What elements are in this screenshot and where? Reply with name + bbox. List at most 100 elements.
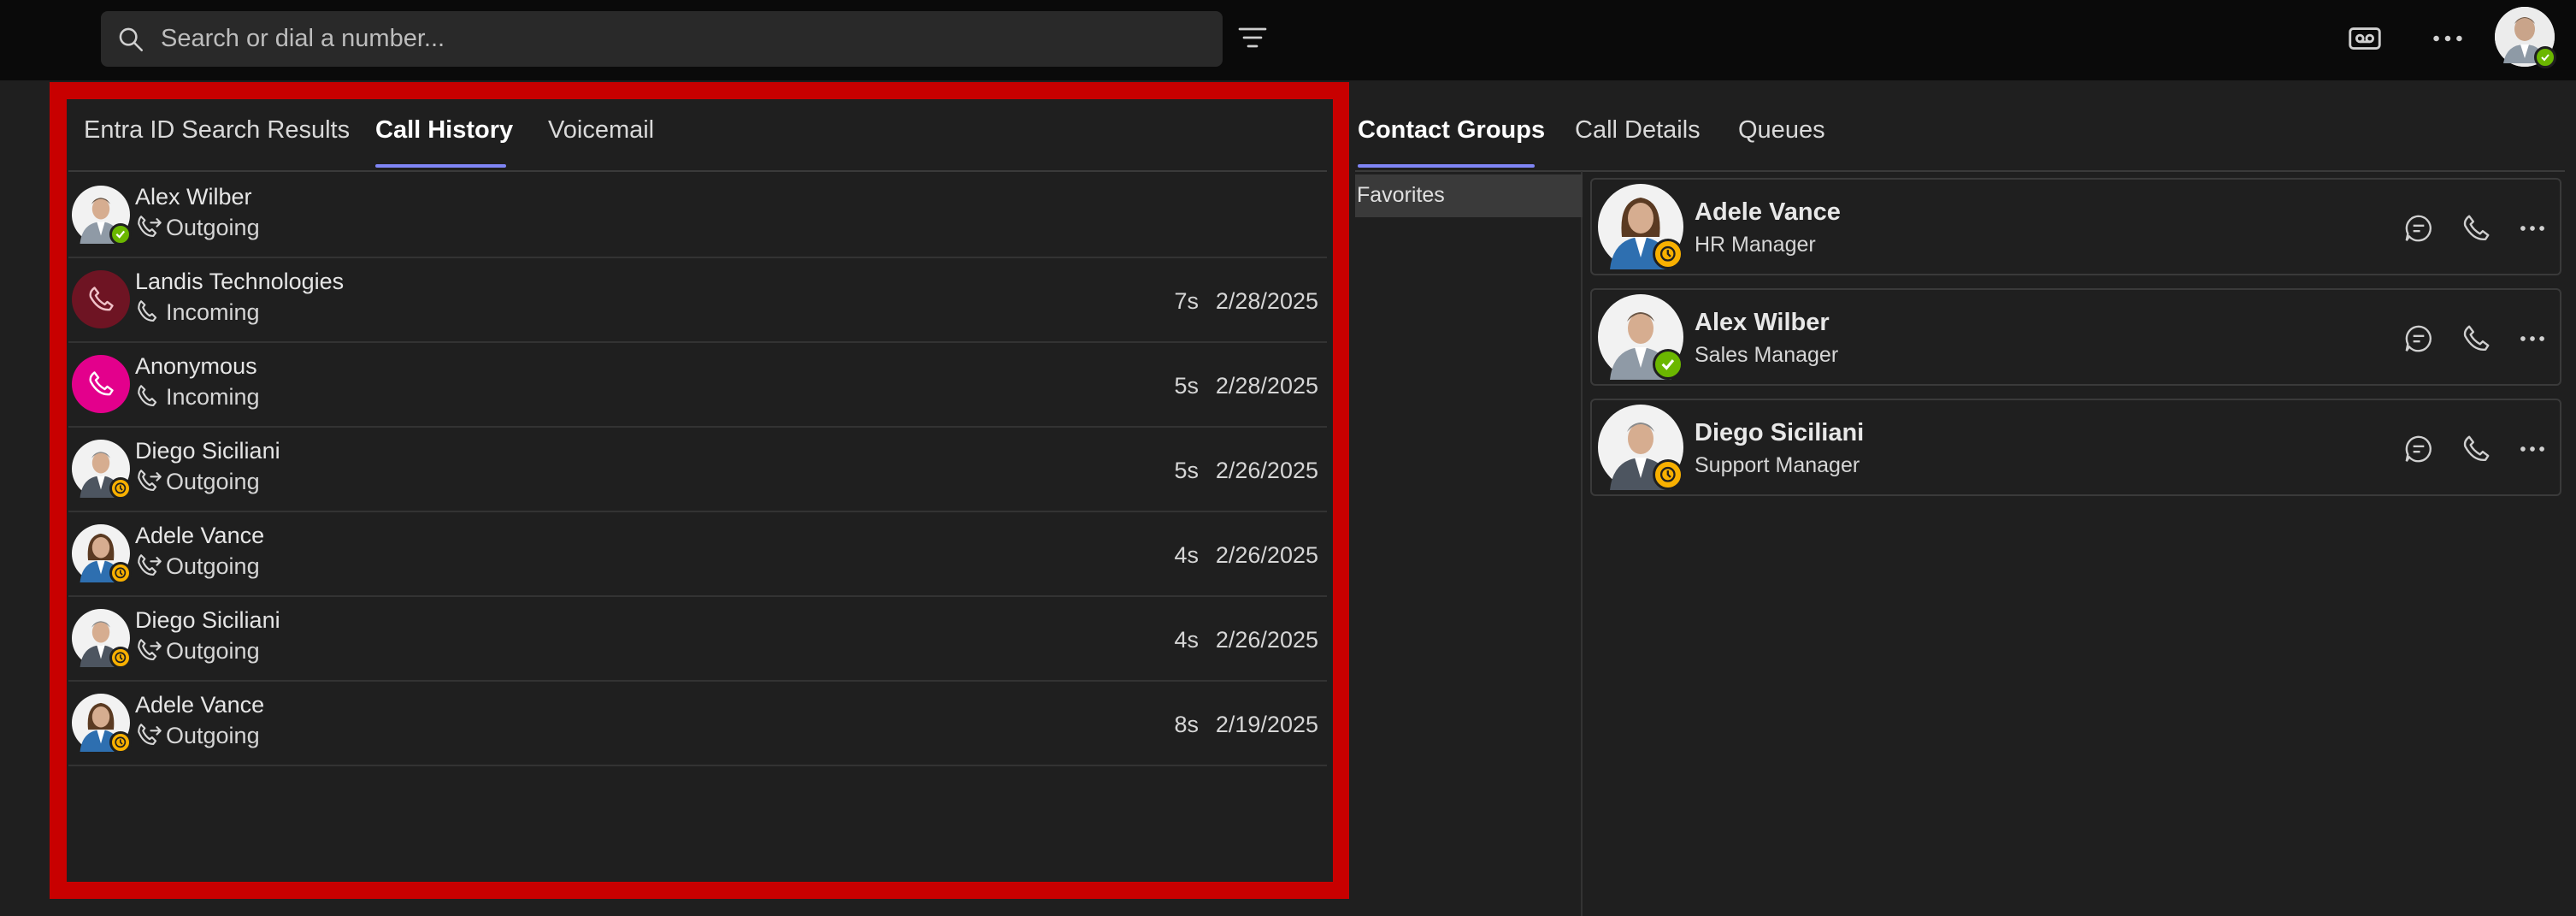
call-direction: Outgoing bbox=[135, 721, 260, 750]
contact-card[interactable]: Adele Vance HR Manager bbox=[1590, 178, 2561, 275]
call-direction: Outgoing bbox=[135, 467, 260, 496]
outgoing-call-icon bbox=[138, 639, 162, 660]
tabs-divider bbox=[68, 170, 1327, 172]
call-date: 2/26/2025 bbox=[1215, 542, 1318, 568]
chat-icon[interactable] bbox=[2402, 433, 2435, 465]
contact-name: Alex Wilber bbox=[1695, 309, 1830, 336]
avatar bbox=[72, 440, 132, 499]
call-duration: 8s bbox=[1174, 712, 1199, 737]
active-tab-indicator bbox=[375, 164, 506, 168]
call-date: 2/26/2025 bbox=[1215, 627, 1318, 653]
chat-icon[interactable] bbox=[2402, 212, 2435, 245]
tab-call-history[interactable]: Call History bbox=[375, 116, 513, 145]
avatar bbox=[1598, 294, 1683, 380]
call-direction-label: Outgoing bbox=[166, 637, 260, 664]
call-history-row[interactable]: Anonymous Incoming 5s 2/28/2025 bbox=[68, 343, 1327, 428]
outgoing-call-icon bbox=[138, 724, 162, 745]
presence-available-icon bbox=[1653, 349, 1683, 380]
presence-away-icon bbox=[109, 731, 132, 753]
caller-name: Landis Technologies bbox=[135, 269, 345, 294]
contact-title: Sales Manager bbox=[1695, 343, 1839, 367]
call-direction-label: Incoming bbox=[166, 298, 260, 325]
avatar bbox=[72, 609, 132, 669]
more-icon[interactable] bbox=[2516, 433, 2549, 465]
avatar bbox=[1598, 405, 1683, 490]
call-duration: 5s bbox=[1174, 373, 1199, 399]
presence-away-icon bbox=[1653, 459, 1683, 490]
avatar bbox=[72, 355, 130, 413]
caller-name: Diego Siciliani bbox=[135, 607, 280, 633]
call-history-row[interactable]: Diego Siciliani Outgoing 4s 2/26/2025 bbox=[68, 597, 1327, 682]
search-box[interactable] bbox=[101, 11, 1223, 67]
top-bar bbox=[0, 0, 2576, 80]
tab-call-details[interactable]: Call Details bbox=[1575, 116, 1701, 145]
group-item-favorites[interactable]: Favorites bbox=[1355, 174, 1583, 217]
more-icon[interactable] bbox=[2516, 212, 2549, 245]
phone-icon bbox=[89, 371, 114, 396]
call-history-row[interactable]: Diego Siciliani Outgoing 5s 2/26/2025 bbox=[68, 428, 1327, 512]
call-icon[interactable] bbox=[2460, 433, 2492, 465]
call-history-row[interactable]: Alex Wilber Outgoing bbox=[68, 174, 1327, 258]
tab-queues[interactable]: Queues bbox=[1738, 116, 1825, 145]
contact-name: Adele Vance bbox=[1695, 198, 1841, 226]
call-direction-label: Incoming bbox=[166, 383, 260, 410]
call-direction-label: Outgoing bbox=[166, 722, 260, 748]
call-duration: 4s bbox=[1174, 542, 1199, 568]
call-history-row[interactable]: Adele Vance Outgoing 4s 2/26/2025 bbox=[68, 512, 1327, 597]
tab-entra-id-search-results[interactable]: Entra ID Search Results bbox=[84, 116, 350, 145]
caller-name: Anonymous bbox=[135, 353, 257, 379]
incoming-call-icon bbox=[138, 385, 157, 406]
more-icon[interactable] bbox=[2428, 19, 2467, 58]
search-input[interactable] bbox=[161, 11, 1204, 67]
presence-away-icon bbox=[109, 562, 132, 584]
presence-available-icon bbox=[109, 223, 132, 245]
call-date: 2/28/2025 bbox=[1215, 373, 1318, 399]
call-direction-label: Outgoing bbox=[166, 468, 260, 494]
incoming-call-icon bbox=[138, 300, 157, 322]
avatar bbox=[1598, 184, 1683, 269]
outgoing-call-icon bbox=[138, 470, 162, 491]
caller-name: Adele Vance bbox=[135, 523, 265, 548]
call-icon[interactable] bbox=[2460, 212, 2492, 245]
call-direction: Outgoing bbox=[135, 552, 260, 581]
contact-card[interactable]: Diego Siciliani Support Manager bbox=[1590, 399, 2561, 496]
tab-voicemail[interactable]: Voicemail bbox=[548, 116, 654, 145]
avatar bbox=[72, 186, 132, 245]
contact-groups-column bbox=[1355, 171, 1583, 916]
presence-available-icon bbox=[2534, 46, 2556, 68]
call-direction-label: Outgoing bbox=[166, 214, 260, 240]
call-history-row[interactable]: Adele Vance Outgoing 8s 2/19/2025 bbox=[68, 682, 1327, 766]
chat-icon[interactable] bbox=[2402, 322, 2435, 355]
call-direction: Outgoing bbox=[135, 636, 260, 665]
phone-icon bbox=[89, 287, 114, 311]
call-duration: 5s bbox=[1174, 458, 1199, 483]
presence-away-icon bbox=[1653, 239, 1683, 269]
call-direction: Incoming bbox=[135, 382, 260, 411]
call-duration: 7s bbox=[1174, 288, 1199, 314]
presence-away-icon bbox=[109, 647, 132, 669]
call-direction-label: Outgoing bbox=[166, 553, 260, 579]
more-icon[interactable] bbox=[2516, 322, 2549, 355]
caller-name: Diego Siciliani bbox=[135, 438, 280, 464]
avatar bbox=[72, 270, 130, 328]
filter-icon[interactable] bbox=[1235, 21, 1270, 55]
call-duration: 4s bbox=[1174, 627, 1199, 653]
avatar bbox=[72, 524, 132, 584]
tab-contact-groups[interactable]: Contact Groups bbox=[1358, 116, 1545, 145]
voicemail-icon[interactable] bbox=[2345, 19, 2384, 58]
call-date: 2/28/2025 bbox=[1215, 288, 1318, 314]
call-direction: Outgoing bbox=[135, 213, 260, 242]
outgoing-call-icon bbox=[138, 554, 162, 576]
call-icon[interactable] bbox=[2460, 322, 2492, 355]
contact-name: Diego Siciliani bbox=[1695, 419, 1865, 446]
user-avatar[interactable] bbox=[2495, 7, 2556, 68]
call-direction: Incoming bbox=[135, 298, 260, 327]
outgoing-call-icon bbox=[138, 216, 162, 237]
call-history-row[interactable]: Landis Technologies Incoming 7s 2/28/2025 bbox=[68, 258, 1327, 343]
contact-card[interactable]: Alex Wilber Sales Manager bbox=[1590, 288, 2561, 386]
call-date: 2/19/2025 bbox=[1215, 712, 1318, 737]
contact-title: HR Manager bbox=[1695, 233, 1816, 257]
contact-title: Support Manager bbox=[1695, 453, 1860, 477]
search-icon bbox=[119, 27, 144, 52]
caller-name: Adele Vance bbox=[135, 692, 265, 718]
